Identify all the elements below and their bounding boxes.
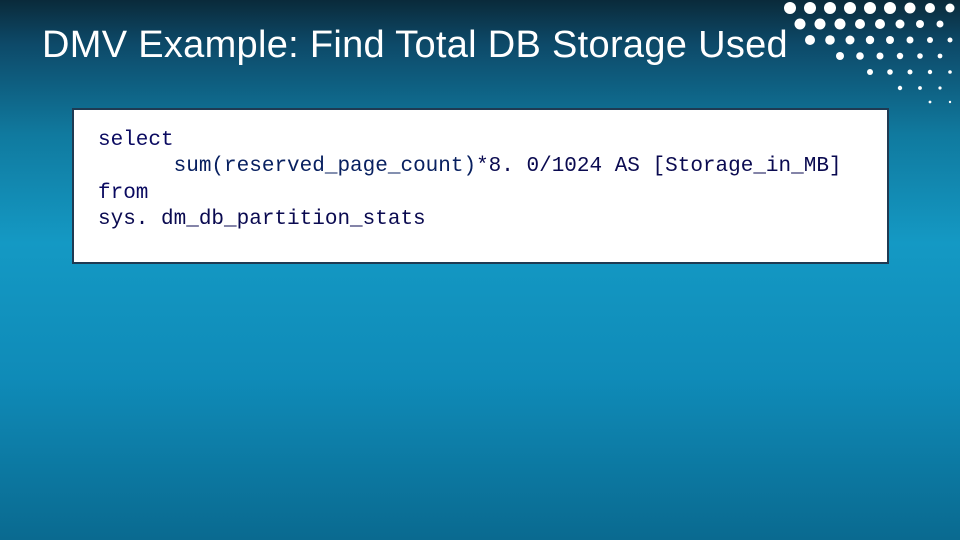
slide-title: DMV Example: Find Total DB Storage Used: [42, 24, 788, 67]
code-line-2-rest: *8. 0/1024 AS [Storage_in_MB]: [476, 155, 841, 178]
code-line-2-indent: [98, 155, 174, 178]
code-block: select sum(reserved_page_count)*8. 0/102…: [72, 108, 889, 264]
code-line-2-func: sum(reserved_page_count): [174, 155, 476, 178]
code-line-3: from: [98, 182, 148, 205]
code-line-4: sys. dm_db_partition_stats: [98, 208, 426, 231]
decorative-halftone: [780, 0, 960, 110]
code-line-1: select: [98, 129, 174, 152]
